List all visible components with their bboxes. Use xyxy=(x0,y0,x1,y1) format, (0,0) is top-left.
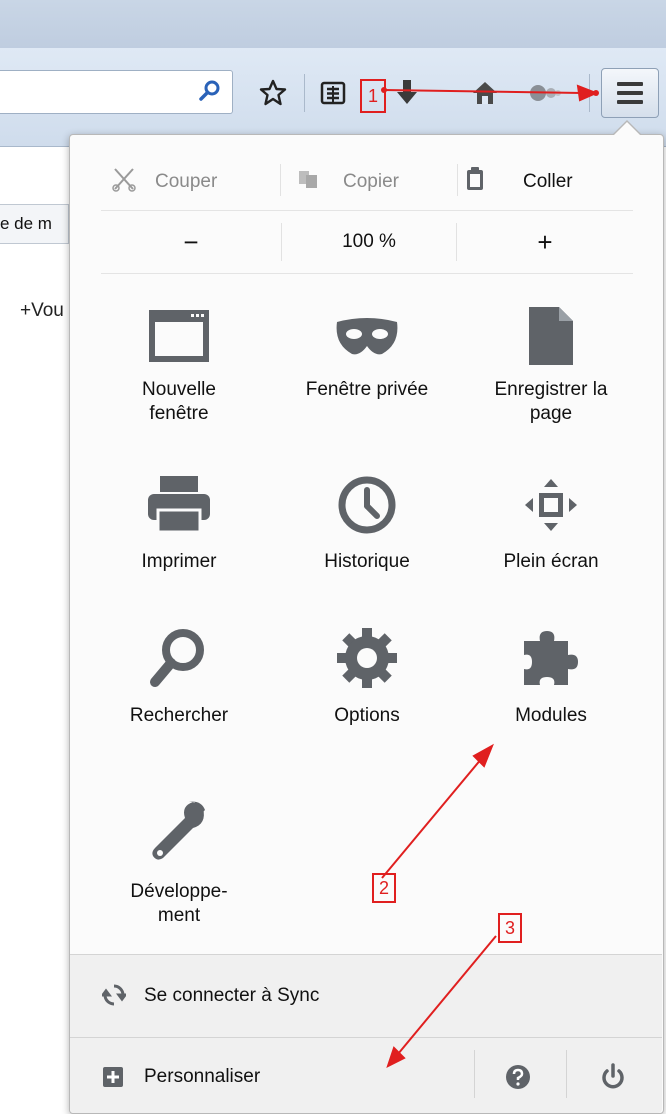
annotation-callout-3: 3 xyxy=(498,913,522,943)
annotation-overlay xyxy=(381,84,599,1068)
annotation-dot xyxy=(593,90,599,96)
annotation-callout-1: 1 xyxy=(360,79,386,113)
annotation-callout-2: 2 xyxy=(372,873,396,903)
